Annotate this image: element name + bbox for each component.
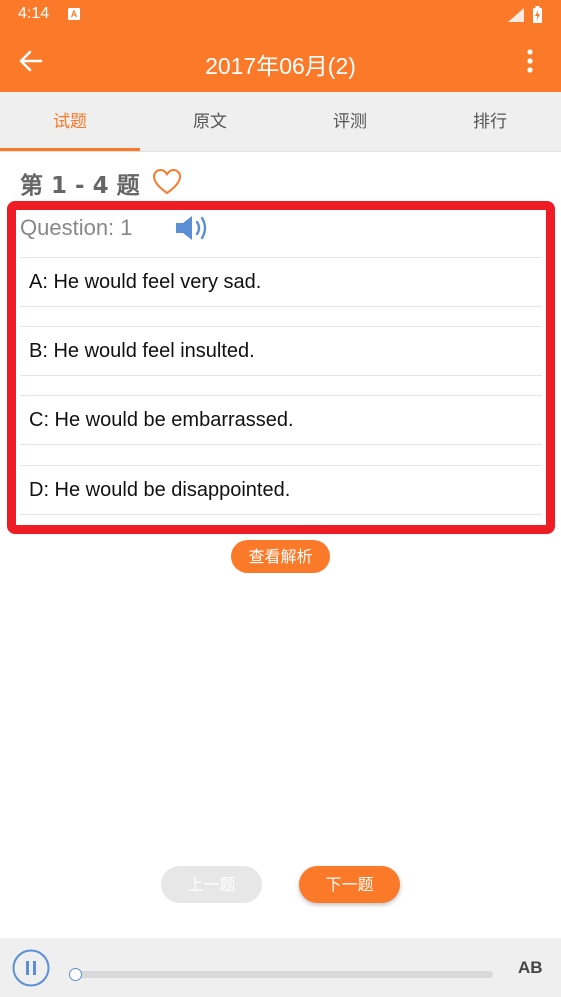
status-time: 4:14 [18, 5, 50, 22]
heart-icon[interactable] [152, 168, 182, 196]
tab-bar: 试题 原文 评测 排行 [0, 92, 561, 152]
option-label: B: He would feel insulted. [29, 340, 255, 362]
option-c[interactable]: C: He would be embarrassed. [20, 395, 542, 445]
speaker-icon[interactable] [173, 213, 211, 243]
option-b[interactable]: B: He would feel insulted. [20, 326, 542, 376]
option-a[interactable]: A: He would feel very sad. [20, 257, 542, 307]
question-card: Question: 1 A: He would feel very sad. B… [20, 213, 542, 520]
question-range-title: 第 1 - 4 题 [20, 173, 140, 199]
notification-icon: A [68, 8, 80, 20]
tab-original-text[interactable]: 原文 [140, 92, 280, 152]
question-label: Question: 1 [20, 215, 133, 240]
battery-icon [533, 6, 542, 23]
option-d[interactable]: D: He would be disappointed. [20, 465, 542, 515]
app-bar: 2017年06月(2) [0, 30, 561, 92]
more-vert-icon[interactable] [518, 47, 542, 75]
next-question-button[interactable]: 下一题 [299, 866, 400, 903]
tab-questions[interactable]: 试题 [0, 92, 140, 152]
option-label: D: He would be disappointed. [29, 479, 291, 501]
ab-repeat-button[interactable]: AB [518, 958, 543, 978]
tab-evaluation[interactable]: 评测 [280, 92, 420, 152]
view-analysis-button[interactable]: 查看解析 [231, 540, 330, 573]
option-label: A: He would feel very sad. [29, 271, 262, 293]
progress-thumb[interactable] [69, 968, 82, 981]
page-title: 2017年06月(2) [205, 53, 356, 79]
previous-question-button[interactable]: 上一题 [161, 866, 262, 903]
progress-track[interactable] [75, 971, 493, 978]
audio-player: AB [0, 938, 561, 997]
tab-ranking[interactable]: 排行 [420, 92, 560, 152]
signal-icon [508, 8, 524, 22]
active-tab-indicator [0, 148, 140, 151]
option-label: C: He would be embarrassed. [29, 409, 294, 431]
status-bar: 4:14 A [0, 0, 561, 30]
pause-icon[interactable] [12, 949, 50, 987]
